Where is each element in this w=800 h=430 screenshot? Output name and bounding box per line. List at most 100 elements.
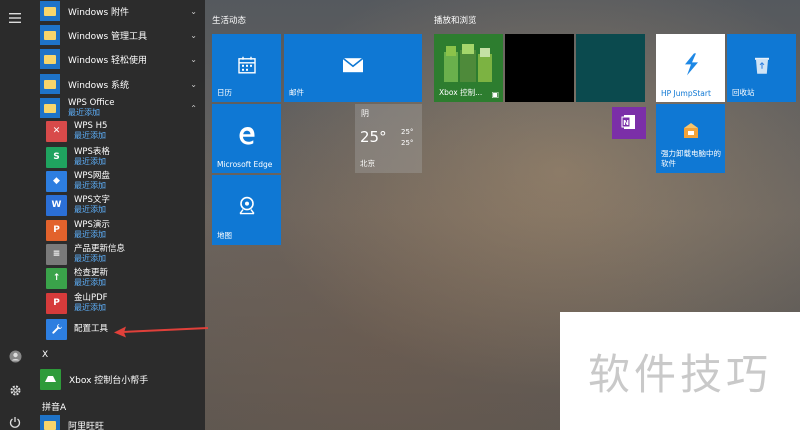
weather-high: 25°: [401, 128, 414, 136]
recently-added-label: 最近添加: [74, 254, 106, 263]
wrench-icon: [46, 318, 67, 340]
tile-label: 强力卸载电脑中的软件: [661, 149, 721, 168]
folder-wps-office[interactable]: WPS Office 最近添加 ⌃: [40, 97, 205, 119]
tile-calendar[interactable]: 日历: [212, 34, 281, 102]
app-name: 产品更新信息: [74, 244, 126, 254]
tile-label: 邮件: [289, 88, 304, 97]
weather-temp: 25°: [360, 128, 387, 146]
gear-icon[interactable]: [0, 378, 30, 402]
chevron-down-icon: ⌄: [190, 54, 197, 64]
chevron-down-icon: ⌄: [190, 79, 197, 89]
folder-icon: [40, 1, 60, 21]
weather-condition: 阴: [361, 109, 369, 118]
edge-icon: [237, 125, 257, 147]
folder-icon: [40, 98, 60, 118]
folder-icon: [40, 415, 60, 430]
wps-h5-icon: ✕: [46, 120, 67, 142]
folder-windows-accessories[interactable]: Windows 附件 ⌄: [40, 0, 205, 22]
chevron-down-icon: ⌄: [190, 6, 197, 16]
app-name: 金山PDF: [74, 293, 108, 303]
tile-label: 地图: [217, 231, 232, 240]
watermark-panel: 软件技巧: [560, 312, 800, 430]
recently-added-label: 最近添加: [74, 230, 106, 239]
group-title-play[interactable]: 播放和浏览: [434, 14, 477, 26]
recently-added-label: 最近添加: [74, 205, 106, 214]
weather-low: 25°: [401, 139, 414, 147]
folder-icon: [40, 74, 60, 94]
app-xbox-companion[interactable]: Xbox 控制台小帮手: [40, 368, 205, 390]
app-wps-h5[interactable]: ✕ WPS H5 最近添加: [46, 120, 201, 142]
app-kingsoft-pdf[interactable]: P 金山PDF 最近添加: [46, 292, 201, 314]
start-left-rail: [0, 0, 30, 430]
app-wps-writer[interactable]: W WPS文字 最近添加: [46, 194, 201, 216]
app-list: Windows 附件 ⌄ Windows 管理工具 ⌄ Windows 轻松使用…: [30, 0, 205, 430]
app-name: Xbox 控制台小帮手: [69, 375, 149, 386]
xbox-badge-icon: ▣: [491, 90, 499, 99]
tile-weather[interactable]: 阴 25° 25° 25° 北京: [355, 104, 422, 173]
tile-xbox[interactable]: Xbox 控制... ▣: [434, 34, 503, 102]
app-wps-cloud[interactable]: ◆ WPS网盘 最近添加: [46, 170, 201, 192]
recently-added-label: 最近添加: [68, 108, 100, 117]
recently-added-label: 最近添加: [74, 131, 106, 140]
user-icon[interactable]: [0, 344, 30, 368]
app-check-update[interactable]: ↑ 检查更新 最近添加: [46, 267, 201, 289]
section-header-x[interactable]: X: [42, 350, 48, 360]
tile-uninstaller[interactable]: 强力卸载电脑中的软件: [656, 104, 725, 173]
onenote-icon: N: [621, 114, 637, 132]
wps-writer-icon: W: [46, 194, 67, 216]
wps-presentation-icon: P: [46, 219, 67, 241]
tile-hp-jumpstart[interactable]: HP JumpStart: [656, 34, 725, 102]
map-pin-icon: [237, 196, 257, 220]
recently-added-label: 最近添加: [74, 278, 106, 287]
weather-city: 北京: [360, 159, 375, 168]
folder-label: 阿里旺旺: [68, 421, 105, 430]
hp-jumpstart-icon: [681, 52, 701, 78]
recently-added-label: 最近添加: [74, 303, 106, 312]
uninstaller-icon: [682, 122, 700, 142]
tile-label: 日历: [217, 88, 232, 97]
tile-label: 回收站: [732, 88, 755, 97]
watermark-text: 软件技巧: [587, 349, 772, 399]
folder-aliwangwang[interactable]: 阿里旺旺: [40, 414, 205, 430]
folder-windows-ease-of-access[interactable]: Windows 轻松使用 ⌄: [40, 48, 205, 70]
chevron-up-icon: ⌃: [190, 103, 197, 113]
folder-label: Windows 系统: [68, 80, 130, 91]
app-name: WPS演示: [74, 220, 110, 230]
hamburger-icon[interactable]: [0, 6, 30, 30]
svg-text:N: N: [623, 119, 629, 127]
tile-mail[interactable]: 邮件: [284, 34, 422, 102]
folder-windows-system[interactable]: Windows 系统 ⌄: [40, 73, 205, 95]
tile-teal[interactable]: [576, 34, 645, 102]
tile-recycle-bin[interactable]: 回收站: [727, 34, 796, 102]
product-update-icon: ≡: [46, 243, 67, 265]
tile-label: Xbox 控制...: [439, 88, 483, 97]
pdf-icon: P: [46, 292, 67, 314]
tile-black[interactable]: [505, 34, 574, 102]
power-icon[interactable]: [0, 410, 30, 430]
app-wps-presentation[interactable]: P WPS演示 最近添加: [46, 219, 201, 241]
folder-label: Windows 附件: [68, 7, 130, 18]
arrow-annotation-icon: [114, 326, 208, 338]
tile-maps[interactable]: 地图: [212, 175, 281, 245]
recently-added-label: 最近添加: [74, 181, 106, 190]
app-name: 检查更新: [74, 268, 109, 278]
recently-added-label: 最近添加: [74, 157, 106, 166]
recycle-bin-icon: [753, 55, 771, 77]
folder-label: Windows 管理工具: [68, 31, 148, 42]
app-name: WPS表格: [74, 147, 110, 157]
xbox-art-image: [442, 42, 494, 84]
tile-onenote[interactable]: N: [612, 107, 646, 139]
app-name: WPS H5: [74, 121, 108, 131]
folder-icon: [40, 25, 60, 45]
app-product-update[interactable]: ≡ 产品更新信息 最近添加: [46, 243, 201, 265]
section-header-pinyin-a[interactable]: 拼音A: [42, 400, 66, 413]
folder-windows-admin-tools[interactable]: Windows 管理工具 ⌄: [40, 24, 205, 46]
folder-icon: [40, 49, 60, 69]
group-title-life[interactable]: 生活动态: [212, 14, 246, 26]
wps-cloud-icon: ◆: [46, 170, 67, 192]
app-wps-sheets[interactable]: S WPS表格 最近添加: [46, 146, 201, 168]
folder-label: Windows 轻松使用: [68, 55, 148, 66]
app-name: WPS文字: [74, 195, 110, 205]
tile-edge[interactable]: Microsoft Edge: [212, 104, 281, 173]
chevron-down-icon: ⌄: [190, 30, 197, 40]
